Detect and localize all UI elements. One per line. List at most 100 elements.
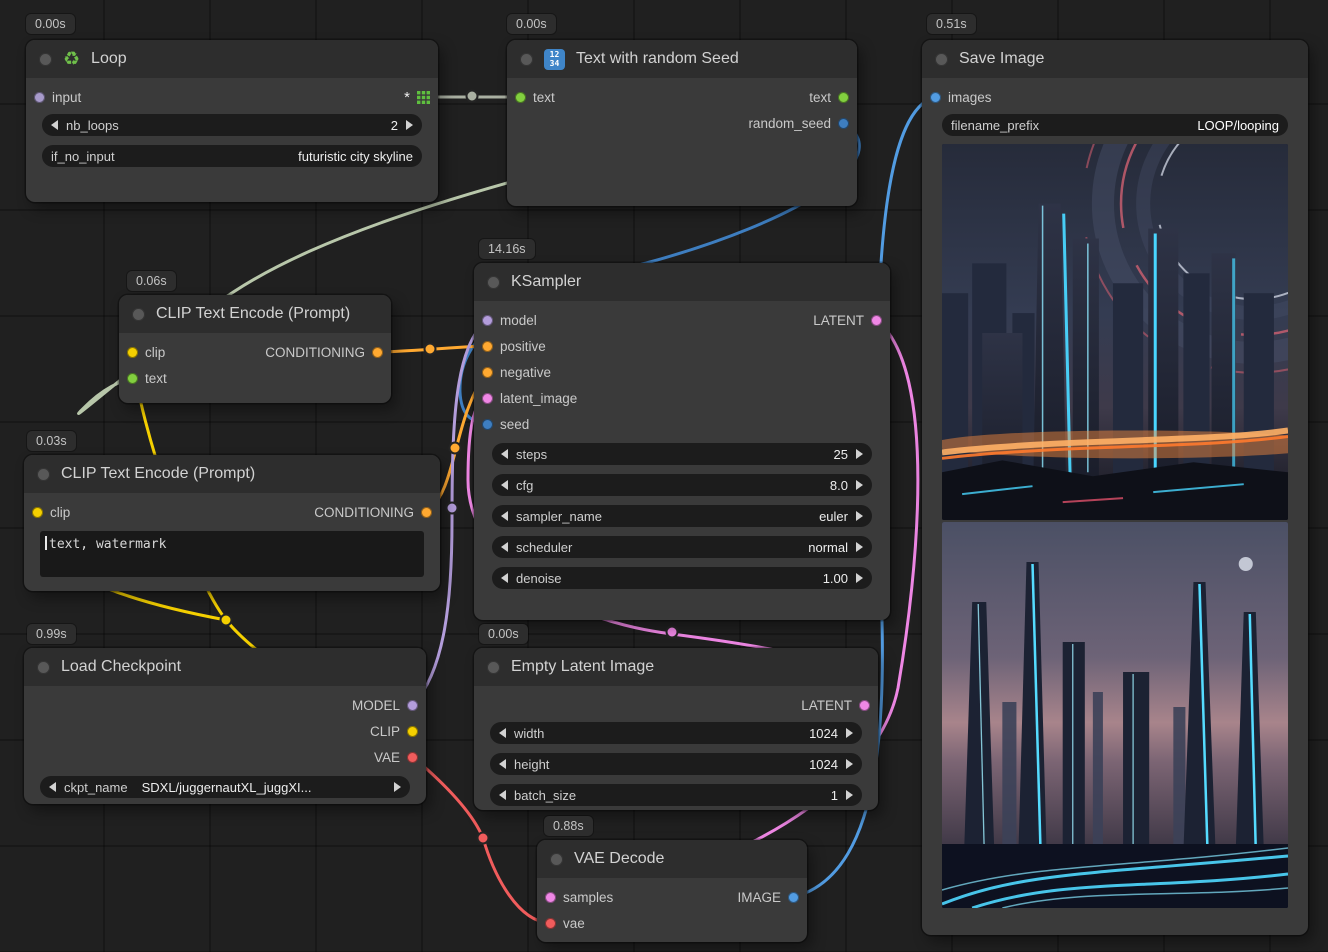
increment-arrow[interactable] [856,542,863,552]
node-save-image[interactable]: Save Image images filename_prefix LOOP/l… [922,40,1308,935]
prompt-textarea[interactable]: text, watermark [40,531,424,577]
icon-digits-bottom: 34 [550,59,560,68]
decrement-arrow[interactable] [499,759,506,769]
input-port-latent-image[interactable] [482,393,493,404]
execution-time-badge: 0.88s [544,816,593,836]
input-port-input[interactable] [34,92,45,103]
output-port-vae[interactable] [407,752,418,763]
node-header[interactable]: CLIP Text Encode (Prompt) [24,455,440,493]
widget-value: SDXL/juggernautXL_juggXI... [136,780,386,795]
output-port-conditioning[interactable] [421,507,432,518]
increment-arrow[interactable] [856,480,863,490]
decrement-arrow[interactable] [499,728,506,738]
port-label: text [145,371,167,386]
input-port-text[interactable] [515,92,526,103]
reroute-dot[interactable] [467,91,478,102]
input-port-text[interactable] [127,373,138,384]
reroute-dot[interactable] [478,833,489,844]
node-title: Load Checkpoint [61,658,181,676]
decrement-arrow[interactable] [499,790,506,800]
decrement-arrow[interactable] [51,120,58,130]
decrement-arrow[interactable] [501,573,508,583]
increment-arrow[interactable] [846,790,853,800]
increment-arrow[interactable] [856,573,863,583]
execution-time-badge: 0.51s [927,14,976,34]
if-no-input-widget[interactable]: if_no_input futuristic city skyline [42,145,422,167]
output-port-image[interactable] [788,892,799,903]
width-widget[interactable]: width 1024 [490,722,862,744]
node-text-with-random-seed[interactable]: 12 34 Text with random Seed text text ra… [507,40,857,206]
increment-arrow[interactable] [846,759,853,769]
increment-arrow[interactable] [856,511,863,521]
icon-digits-top: 12 [550,50,560,59]
output-port-conditioning[interactable] [372,347,383,358]
next-arrow[interactable] [394,782,401,792]
prev-arrow[interactable] [49,782,56,792]
height-widget[interactable]: height 1024 [490,753,862,775]
reroute-dot[interactable] [221,615,232,626]
output-port-text[interactable] [838,92,849,103]
increment-arrow[interactable] [406,120,413,130]
prompt-text: text, watermark [49,537,166,552]
node-header[interactable]: CLIP Text Encode (Prompt) [119,295,391,333]
node-header[interactable]: ♻ Loop [26,40,438,78]
input-port-samples[interactable] [545,892,556,903]
increment-arrow[interactable] [856,449,863,459]
node-header[interactable]: 12 34 Text with random Seed [507,40,857,78]
widget-label: steps [516,447,826,462]
node-empty-latent-image[interactable]: Empty Latent Image LATENT width 1024 hei… [474,648,878,810]
input-port-clip[interactable] [127,347,138,358]
node-status-dot [487,276,500,289]
steps-widget[interactable]: steps 25 [492,443,872,465]
decrement-arrow[interactable] [501,511,508,521]
input-port-model[interactable] [482,315,493,326]
output-port-latent[interactable] [859,700,870,711]
node-clip-text-encode-positive[interactable]: CLIP Text Encode (Prompt) clip CONDITION… [119,295,391,403]
input-port-vae[interactable] [545,918,556,929]
increment-arrow[interactable] [846,728,853,738]
decrement-arrow[interactable] [501,480,508,490]
node-loop[interactable]: ♻ Loop input * nb_loops [26,40,438,202]
ckpt-name-widget[interactable]: ckpt_name SDXL/juggernautXL_juggXI... [40,776,410,798]
node-header[interactable]: VAE Decode [537,840,807,878]
port-label: VAE [374,750,400,765]
node-header[interactable]: Empty Latent Image [474,648,878,686]
node-header[interactable]: Load Checkpoint [24,648,426,686]
decrement-arrow[interactable] [501,542,508,552]
decrement-arrow[interactable] [501,449,508,459]
input-port-negative[interactable] [482,367,493,378]
denoise-widget[interactable]: denoise 1.00 [492,567,872,589]
filename-prefix-widget[interactable]: filename_prefix LOOP/looping [942,114,1288,136]
reroute-dot[interactable] [667,627,678,638]
node-vae-decode[interactable]: VAE Decode samples IMAGE vae [537,840,807,942]
input-port-images[interactable] [930,92,941,103]
node-header[interactable]: KSampler [474,263,890,301]
widget-value: normal [808,540,848,555]
input-port-positive[interactable] [482,341,493,352]
execution-time-badge: 0.00s [507,14,556,34]
input-port-clip[interactable] [32,507,43,518]
widget-value: 1 [831,788,838,803]
reroute-dot[interactable] [447,503,458,514]
output-port-random-seed[interactable] [838,118,849,129]
wildcard-output-label: * [404,89,410,106]
output-port-latent[interactable] [871,315,882,326]
reroute-dot[interactable] [450,443,461,454]
node-title: VAE Decode [574,850,664,868]
node-graph-canvas[interactable]: 0.00s 0.00s 0.06s 0.03s 14.16s 0.99s 0.0… [0,0,1328,952]
cfg-widget[interactable]: cfg 8.0 [492,474,872,496]
execution-time-badge: 0.00s [479,624,528,644]
sampler-name-widget[interactable]: sampler_name euler [492,505,872,527]
reroute-dot[interactable] [425,344,436,355]
input-port-seed[interactable] [482,419,493,430]
node-load-checkpoint[interactable]: Load Checkpoint MODEL CLIP VAE ckpt_name… [24,648,426,804]
output-port-clip[interactable] [407,726,418,737]
node-header[interactable]: Save Image [922,40,1308,78]
nb-loops-widget[interactable]: nb_loops 2 [42,114,422,136]
node-clip-text-encode-negative[interactable]: CLIP Text Encode (Prompt) clip CONDITION… [24,455,440,591]
node-ksampler[interactable]: KSampler model LATENT positive negative … [474,263,890,620]
batch-size-widget[interactable]: batch_size 1 [490,784,862,806]
grid-output-icon[interactable] [417,91,430,104]
scheduler-widget[interactable]: scheduler normal [492,536,872,558]
output-port-model[interactable] [407,700,418,711]
